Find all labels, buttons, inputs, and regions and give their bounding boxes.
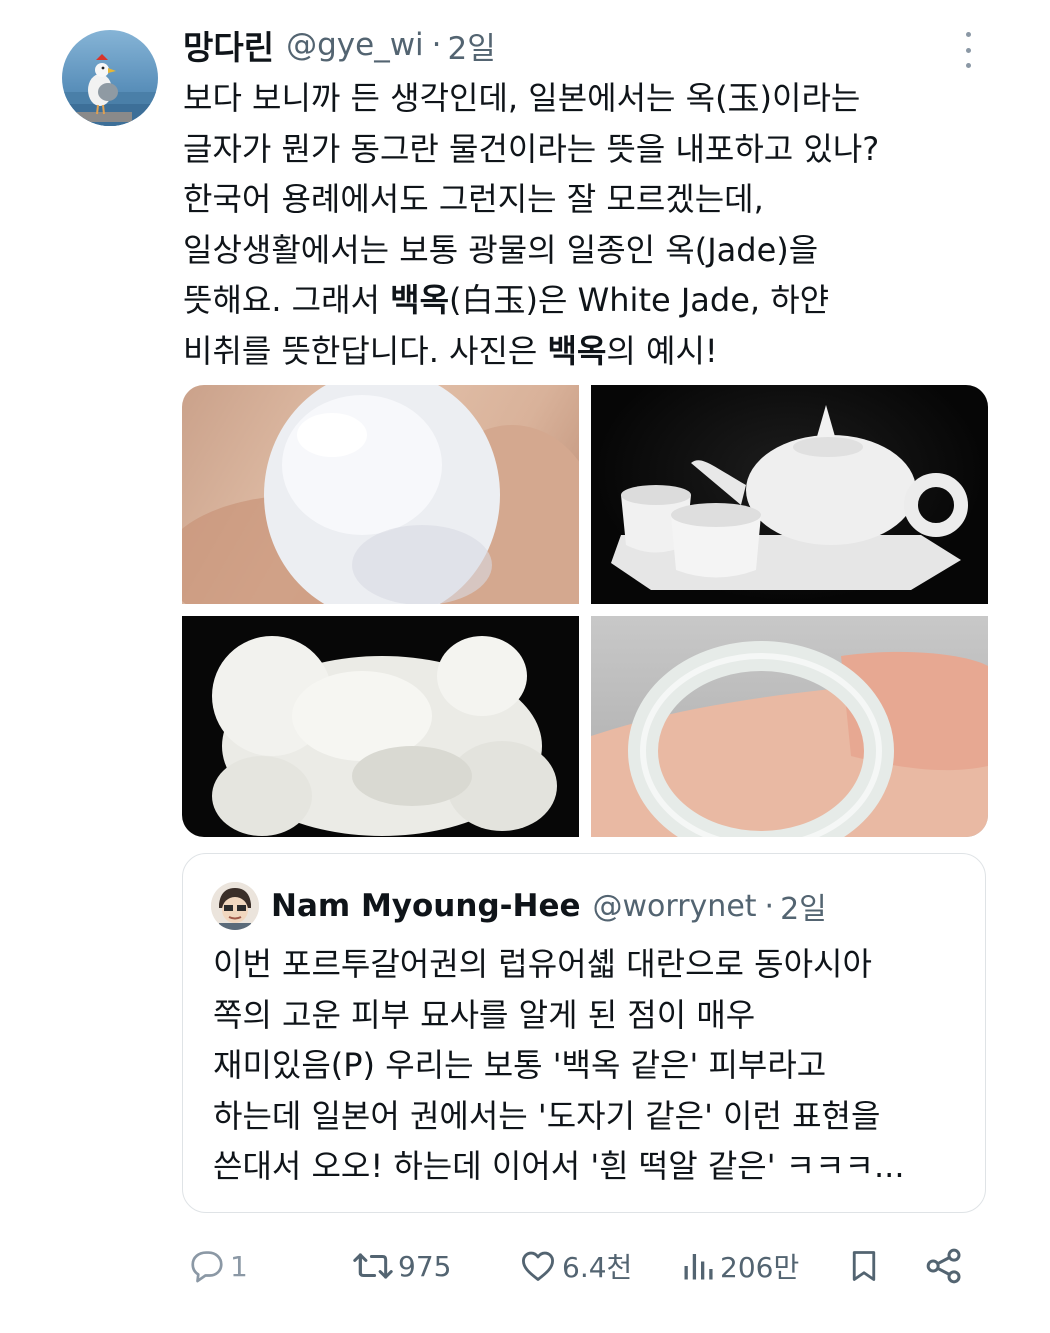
quote-line: 재미있음(P) 우리는 보통 '백옥 같은' 피부라고 — [213, 1046, 827, 1084]
tweet-line: 일상생활에서는 보통 광물의 일종인 옥(Jade)을 — [183, 230, 819, 269]
tweet-bold-term: 백옥 — [547, 331, 607, 370]
author-handle[interactable]: @gye_wi — [286, 27, 424, 63]
share-button[interactable] — [924, 1238, 964, 1294]
quote-line: 쪽의 고운 피부 묘사를 알게 된 점이 매우 — [213, 995, 756, 1034]
quote-author-handle[interactable]: @worrynet — [593, 889, 757, 924]
like-button[interactable]: 6.4천 — [518, 1238, 632, 1294]
retweet-button[interactable]: 975 — [352, 1238, 451, 1294]
tweet-text-segment: (白玉)은 White Jade, 하얀 — [449, 281, 830, 319]
more-icon[interactable] — [958, 32, 978, 68]
quote-line: 하는데 일본어 권에서는 '도자기 같은' 이런 표현을 — [213, 1096, 881, 1135]
retweet-icon — [353, 1253, 393, 1279]
views-button[interactable]: 206만 — [680, 1238, 799, 1294]
views-icon — [684, 1254, 713, 1280]
share-icon — [926, 1248, 961, 1284]
tweet-line: 한국어 용례에서도 그런지는 잘 모르겠는데, — [183, 180, 764, 218]
retweet-count: 975 — [398, 1249, 452, 1283]
like-count: 6.4천 — [562, 1251, 633, 1284]
reply-icon — [191, 1251, 223, 1283]
quote-header: Nam Myoung-Hee @worrynet · 2일 — [271, 884, 827, 928]
quote-author-name[interactable]: Nam Myoung-Hee — [271, 888, 581, 924]
tweet-text: 보다 보니까 든 생각인데, 일본에서는 옥(玉)이라는 글자가 뭔가 동그란 … — [183, 73, 983, 376]
reply-count: 1 — [230, 1249, 248, 1283]
quote-line: 쓴대서 오오! 하는데 이어서 '흰 떡알 같은' ㅋㅋㅋ... — [213, 1147, 905, 1185]
quote-header-separator: · — [764, 888, 775, 924]
tweet-line: 글자가 뭔가 동그란 물건이라는 뜻을 내포하고 있나? — [183, 129, 880, 168]
tweet-bold-term: 백옥 — [390, 281, 450, 319]
tweet-line: 뜻해요. 그래서 백옥(白玉)은 White Jade, 하얀 — [183, 275, 983, 326]
photo-jade-teapot[interactable] — [591, 385, 988, 604]
action-bar: 1 975 6.4천 206만 — [0, 1238, 1050, 1294]
tweet-line: 보다 보니까 든 생각인데, 일본에서는 옥(玉)이라는 — [183, 79, 861, 117]
tweet-line: 비취를 뜻한답니다. 사진은 백옥의 예시! — [183, 326, 983, 377]
like-icon — [522, 1251, 554, 1281]
author-avatar[interactable] — [62, 30, 158, 126]
media-grid — [182, 385, 988, 837]
tweet-text-segment: 뜻해요. 그래서 — [183, 281, 391, 319]
quoted-tweet[interactable]: Nam Myoung-Hee @worrynet · 2일 이번 포르투갈어권의… — [182, 853, 986, 1213]
views-count: 206만 — [720, 1251, 800, 1284]
tweet-text-segment: 의 예시! — [606, 331, 718, 370]
reply-button[interactable]: 1 — [188, 1238, 248, 1294]
tweet-header: 망다린 @gye_wi · 2일 — [183, 22, 496, 68]
header-separator: · — [431, 27, 442, 63]
photo-jade-bangle[interactable] — [591, 616, 988, 837]
author-name[interactable]: 망다린 — [183, 21, 274, 69]
photo-jade-cabochon[interactable] — [182, 385, 579, 604]
bookmark-icon — [852, 1251, 876, 1281]
quote-time: 2일 — [780, 892, 827, 927]
bookmark-button[interactable] — [846, 1238, 882, 1294]
quote-author-avatar[interactable] — [211, 882, 259, 930]
quote-text: 이번 포르투갈어권의 럽유어셻 대란으로 동아시아 쪽의 고운 피부 묘사를 알… — [213, 939, 963, 1192]
seagull-avatar-image — [62, 54, 158, 126]
tweet-time[interactable]: 2일 — [448, 23, 496, 68]
photo-jade-lion-carving[interactable] — [182, 616, 579, 837]
quote-line: 이번 포르투갈어권의 럽유어셻 대란으로 동아시아 — [213, 945, 872, 983]
tweet-text-segment: 비취를 뜻한답니다. 사진은 — [183, 331, 548, 370]
